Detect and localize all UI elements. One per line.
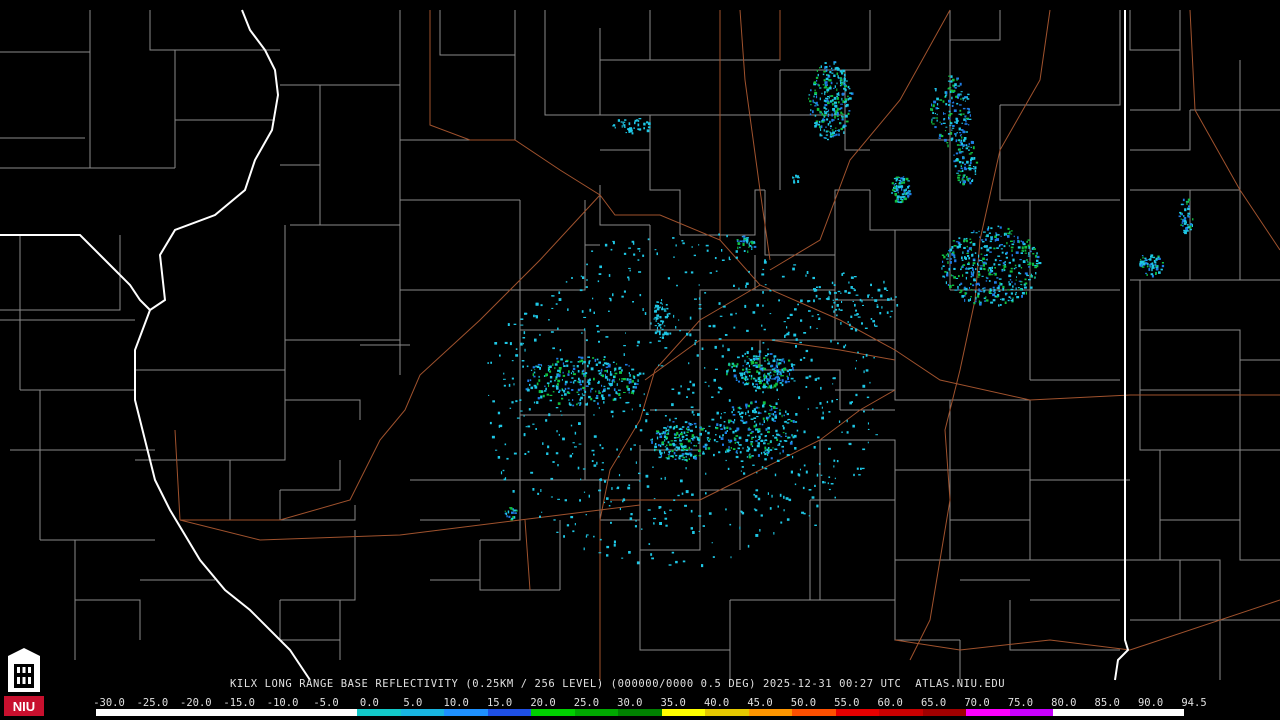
scale-label: 94.5 xyxy=(1181,697,1206,709)
scale-label: 5.0 xyxy=(403,697,422,709)
scale-swatch xyxy=(140,709,184,716)
scale-label: 70.0 xyxy=(964,697,989,709)
scale-swatch xyxy=(1053,709,1097,716)
scale-swatch xyxy=(183,709,227,716)
radar-map xyxy=(0,0,1280,720)
scale-swatch xyxy=(792,709,836,716)
scale-label: 0.0 xyxy=(360,697,379,709)
scale-swatch xyxy=(1140,709,1184,716)
county-boundaries xyxy=(0,10,1280,680)
scale-label: -15.0 xyxy=(223,697,255,709)
highway-lines xyxy=(175,10,1280,680)
scale-swatch xyxy=(357,709,401,716)
scale-label: 60.0 xyxy=(878,697,903,709)
scale-swatch xyxy=(749,709,793,716)
scale-label: 85.0 xyxy=(1095,697,1120,709)
scale-label: 20.0 xyxy=(530,697,555,709)
scale-label: -25.0 xyxy=(137,697,169,709)
scale-swatch xyxy=(531,709,575,716)
scale-label: 10.0 xyxy=(444,697,469,709)
scale-swatch xyxy=(401,709,445,716)
scale-swatch xyxy=(618,709,662,716)
scale-label: 65.0 xyxy=(921,697,946,709)
scale-swatch xyxy=(923,709,967,716)
scale-swatch xyxy=(879,709,923,716)
scale-swatch xyxy=(1010,709,1054,716)
scale-swatch xyxy=(444,709,488,716)
scale-swatch xyxy=(1097,709,1141,716)
scale-label: 35.0 xyxy=(661,697,686,709)
scale-swatch xyxy=(488,709,532,716)
product-title: KILX LONG RANGE BASE REFLECTIVITY (0.25K… xyxy=(230,678,1005,690)
scale-swatch xyxy=(836,709,880,716)
scale-label: -5.0 xyxy=(313,697,338,709)
scale-label: 75.0 xyxy=(1008,697,1033,709)
scale-label: 50.0 xyxy=(791,697,816,709)
color-scale-labels: -30.0 -25.0 -20.0 -15.0 -10.0 -5.0 0.0 5.0 10.0 1… xyxy=(92,697,1202,709)
scale-swatch xyxy=(662,709,706,716)
scale-label: -30.0 xyxy=(93,697,125,709)
scale-swatch xyxy=(575,709,619,716)
scale-label: -10.0 xyxy=(267,697,299,709)
scale-swatch xyxy=(270,709,314,716)
scale-swatch xyxy=(314,709,358,716)
scale-label: 45.0 xyxy=(747,697,772,709)
scale-label: 55.0 xyxy=(834,697,859,709)
scale-swatch xyxy=(96,709,140,716)
color-scale-bar xyxy=(96,709,1184,716)
svg-text:NIU: NIU xyxy=(13,699,35,714)
scale-label: 30.0 xyxy=(617,697,642,709)
scale-label: 15.0 xyxy=(487,697,512,709)
scale-label: 25.0 xyxy=(574,697,599,709)
scale-swatch xyxy=(705,709,749,716)
scale-label: 80.0 xyxy=(1051,697,1076,709)
scale-label: 40.0 xyxy=(704,697,729,709)
scale-label: -20.0 xyxy=(180,697,212,709)
niu-logo: NIU xyxy=(2,646,46,718)
scale-swatch xyxy=(966,709,1010,716)
scale-swatch xyxy=(227,709,271,716)
radar-echoes xyxy=(488,61,1194,567)
scale-label: 90.0 xyxy=(1138,697,1163,709)
